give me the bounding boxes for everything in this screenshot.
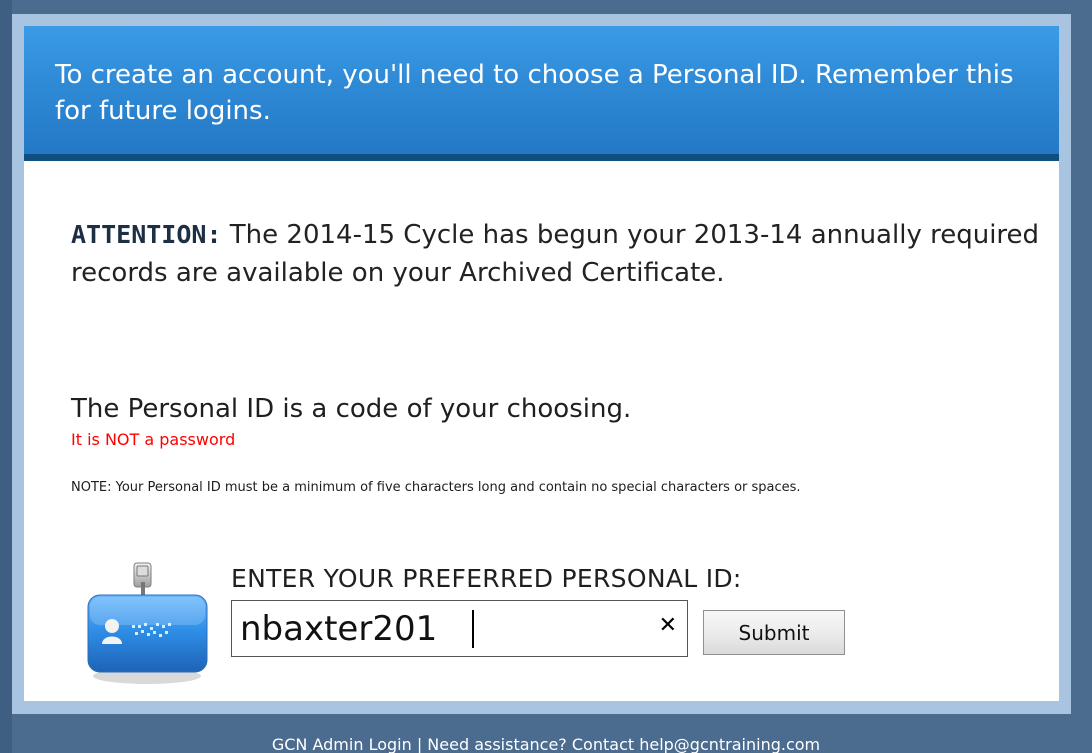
personal-id-input[interactable]: [232, 601, 640, 656]
header-text: To create an account, you'll need to cho…: [55, 60, 1014, 126]
id-badge-icon: [84, 560, 209, 685]
clear-input-icon[interactable]: ✕: [659, 613, 677, 638]
attention-message: ATTENTION: The 2014-15 Cycle has begun y…: [71, 216, 1051, 292]
personal-id-note: NOTE: Your Personal ID must be a minimum…: [71, 480, 801, 495]
footer-links[interactable]: GCN Admin Login | Need assistance? Conta…: [0, 735, 1092, 753]
text-cursor: [472, 610, 474, 648]
page: To create an account, you'll need to cho…: [0, 0, 1092, 753]
personal-id-title: The Personal ID is a code of your choosi…: [71, 394, 632, 424]
left-edge: [0, 0, 12, 753]
account-panel: To create an account, you'll need to cho…: [24, 26, 1059, 701]
personal-id-label: ENTER YOUR PREFERRED PERSONAL ID:: [231, 564, 742, 593]
password-warning: It is NOT a password: [71, 430, 236, 449]
submit-button[interactable]: Submit: [703, 610, 845, 655]
personal-id-input-wrapper[interactable]: ✕: [231, 600, 688, 657]
panel-header: To create an account, you'll need to cho…: [24, 26, 1059, 161]
attention-label: ATTENTION:: [71, 220, 222, 249]
account-frame: To create an account, you'll need to cho…: [12, 14, 1071, 714]
